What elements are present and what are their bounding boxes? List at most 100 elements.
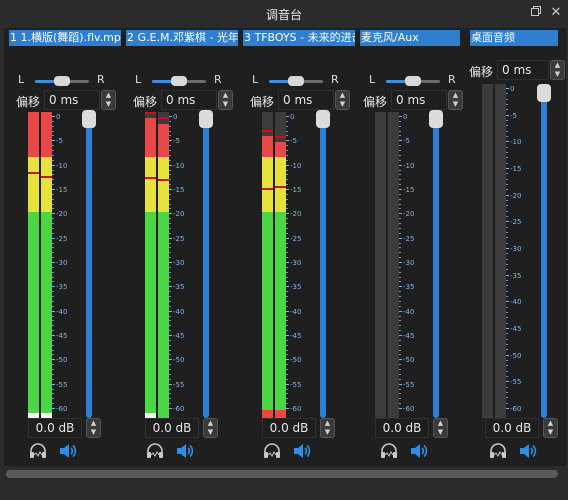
meter-tick-label: -15	[285, 186, 302, 194]
sync-offset: 偏移 0 ms ▲ ▼	[16, 90, 116, 112]
meter-tick-label: -5	[286, 137, 297, 146]
pan-slider[interactable]	[152, 76, 206, 86]
volume-fader-handle[interactable]	[316, 110, 330, 128]
volume-fader[interactable]	[429, 110, 443, 418]
peak-indicator	[145, 177, 156, 179]
horizontal-scrollbar[interactable]	[4, 468, 560, 480]
headphones-icon[interactable]	[28, 442, 48, 460]
peak-indicator	[262, 130, 273, 132]
sync-offset-input[interactable]: 0 ms	[391, 90, 447, 110]
pan-slider[interactable]	[386, 76, 440, 86]
sync-offset-stepper[interactable]: ▲ ▼	[550, 60, 565, 80]
meter-tick-label: -10	[168, 161, 185, 170]
meter-bar-left	[375, 112, 386, 418]
meter-tick-label: -10	[285, 161, 302, 170]
sync-offset: 偏移 0 ms ▲ ▼	[363, 90, 463, 112]
channel-strip: 2 G.E.M.邓紫棋 - 光年 L R 偏移 0 ms ▲ ▼ 0 -5 -1…	[121, 28, 238, 466]
meter-tick-label: -55	[505, 378, 522, 387]
meter-tick-label: -5	[399, 137, 410, 146]
volume-stepper[interactable]: ▲ ▼	[433, 418, 448, 438]
meter-tick-label: -5	[52, 137, 63, 146]
meter-tick-label: -35	[505, 271, 522, 280]
pan-slider-handle[interactable]	[171, 76, 187, 86]
pan-right-label: R	[214, 73, 222, 86]
peak-indicator	[158, 179, 169, 181]
meter-bar-left	[262, 112, 273, 418]
sync-offset: 偏移 0 ms ▲ ▼	[250, 90, 350, 112]
pan-slider-handle[interactable]	[288, 76, 304, 86]
speaker-icon[interactable]	[175, 442, 195, 460]
close-icon[interactable]: ✕	[548, 5, 564, 21]
volume-input[interactable]: 0.0 dB	[375, 418, 429, 438]
pan-control[interactable]: L R	[9, 70, 111, 90]
volume-input[interactable]: 0.0 dB	[28, 418, 82, 438]
pan-right-label: R	[331, 73, 339, 86]
speaker-icon[interactable]	[292, 442, 312, 460]
pan-right-label: R	[97, 73, 105, 86]
meter-tick-label: -50	[168, 356, 185, 365]
volume-fader[interactable]	[82, 110, 96, 418]
peak-indicator	[145, 112, 156, 114]
volume-fader[interactable]	[316, 110, 330, 418]
scrollbar-thumb[interactable]	[6, 470, 558, 478]
channel-name: 桌面音频	[470, 30, 558, 46]
meter-scale: 0 -5 -10 -15 -20 -25 -30 -35 -40 -45 -50 -55 -60	[505, 84, 540, 418]
volume-input[interactable]: 0.0 dB	[262, 418, 316, 438]
peak-indicator	[275, 186, 286, 188]
sync-offset-input[interactable]: 0 ms	[497, 60, 549, 80]
sync-offset-input[interactable]: 0 ms	[161, 90, 217, 110]
pan-control[interactable]: L R	[243, 70, 345, 90]
meter-tick-label: -20	[505, 191, 522, 200]
volume-stepper[interactable]: ▲ ▼	[320, 418, 335, 438]
pan-control[interactable]: L R	[360, 70, 462, 90]
volume-stepper[interactable]: ▲ ▼	[86, 418, 101, 438]
volume-input[interactable]: 0.0 dB	[145, 418, 199, 438]
channel-icons	[262, 442, 322, 462]
meter-tick-label: -30	[51, 259, 68, 267]
meter-tick-label: 0	[285, 113, 295, 121]
headphones-icon[interactable]	[488, 442, 508, 460]
volume-input[interactable]: 0.0 dB	[485, 418, 539, 438]
sync-offset-input[interactable]: 0 ms	[44, 90, 100, 110]
pan-slider[interactable]	[35, 76, 89, 86]
pan-slider-handle[interactable]	[54, 76, 70, 86]
volume-fader-handle[interactable]	[537, 84, 551, 102]
volume-stepper[interactable]: ▲ ▼	[543, 418, 558, 438]
meter-tick-label: -5	[506, 111, 517, 120]
sync-offset-stepper[interactable]: ▲ ▼	[335, 90, 350, 110]
float-window-icon[interactable]	[528, 5, 544, 21]
peak-indicator	[275, 136, 286, 138]
sync-offset-stepper[interactable]: ▲ ▼	[101, 90, 116, 110]
pan-right-label: R	[448, 73, 456, 86]
speaker-icon[interactable]	[518, 442, 538, 460]
meter-scale: 0 -5 -10 -15 -20 -25 -30 -35 -40 -45 -50 -55 -60	[51, 112, 86, 418]
pan-control[interactable]: L R	[126, 70, 228, 90]
meter-bar-right	[158, 112, 169, 418]
sync-offset-stepper[interactable]: ▲ ▼	[218, 90, 233, 110]
volume-fader-handle[interactable]	[429, 110, 443, 128]
volume-stepper[interactable]: ▲ ▼	[203, 418, 218, 438]
sync-offset-stepper[interactable]: ▲ ▼	[448, 90, 463, 110]
sync-offset-input[interactable]: 0 ms	[278, 90, 334, 110]
channel-icons	[488, 442, 548, 462]
meter-tick-label: -15	[51, 186, 68, 194]
meter-bar-left	[28, 112, 39, 418]
headphones-icon[interactable]	[262, 442, 282, 460]
channel-name: 1 1.横版(舞蹈).flv.mp4	[9, 30, 121, 46]
volume-readout: 0.0 dB ▲ ▼	[262, 418, 342, 440]
volume-fader[interactable]	[199, 110, 213, 418]
pan-left-label: L	[369, 73, 376, 86]
speaker-icon[interactable]	[58, 442, 78, 460]
sync-offset-label: 偏移	[363, 95, 388, 109]
speaker-icon[interactable]	[409, 442, 429, 460]
window-title: 调音台	[265, 8, 302, 22]
volume-fader-handle[interactable]	[82, 110, 96, 128]
volume-fader[interactable]	[537, 84, 551, 418]
headphones-icon[interactable]	[379, 442, 399, 460]
headphones-icon[interactable]	[145, 442, 165, 460]
channel-strip: 桌面音频 偏移 0 ms ▲ ▼ 0 -5 -10 -15 -20 -25 -30 -35 -40…	[465, 28, 566, 466]
pan-slider[interactable]	[269, 76, 323, 86]
meter-tick-label: -35	[285, 283, 302, 292]
pan-slider-handle[interactable]	[405, 76, 421, 86]
volume-fader-handle[interactable]	[199, 110, 213, 128]
